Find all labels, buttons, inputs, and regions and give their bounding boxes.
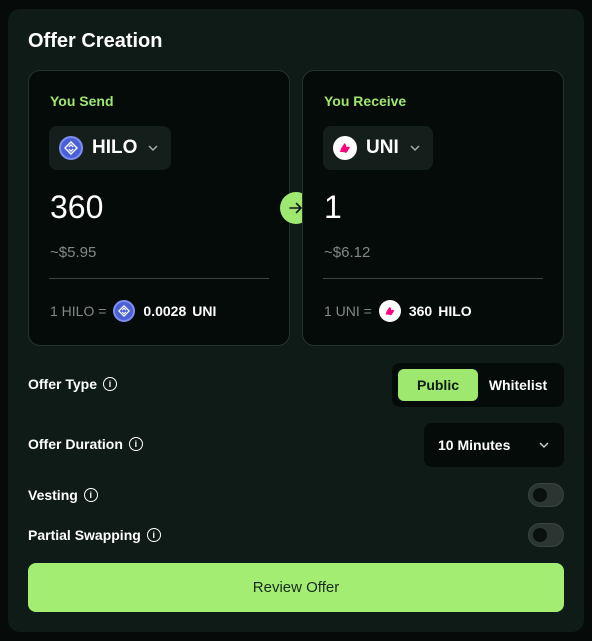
send-rate: 1 HILO = 0.0028 UNI (50, 299, 216, 323)
receive-token-select[interactable]: UNI (323, 126, 433, 170)
offer-type-label: Offer Type i (28, 376, 117, 392)
review-offer-button[interactable]: Review Offer (28, 563, 564, 612)
send-rate-lhs: 1 HILO = (50, 303, 107, 319)
receive-usd-value: ~$6.12 (324, 244, 371, 261)
receive-rate-token: HILO (438, 303, 472, 319)
receive-rate: 1 UNI = 360 HILO (324, 299, 472, 323)
vesting-label: Vesting i (28, 487, 98, 503)
page-title: Offer Creation (28, 30, 163, 52)
hilo-token-icon (113, 300, 136, 322)
offer-type-toggle: Public Whitelist (392, 363, 564, 407)
info-icon[interactable]: i (146, 528, 161, 542)
send-token-name: HILO (92, 137, 138, 158)
offer-type-whitelist[interactable]: Whitelist (478, 369, 558, 401)
info-icon[interactable]: i (83, 488, 98, 502)
offer-duration-select[interactable]: 10 Minutes (424, 423, 564, 467)
offer-duration-text: Offer Duration (28, 436, 123, 452)
receive-rate-value: 360 (408, 303, 433, 319)
uni-token-icon (378, 300, 401, 322)
toggle-knob (533, 528, 547, 542)
partial-swapping-text: Partial Swapping (28, 527, 141, 543)
chevron-down-icon (538, 441, 550, 449)
info-icon[interactable]: i (102, 377, 117, 391)
send-divider (49, 278, 269, 279)
offer-duration-label: Offer Duration i (28, 436, 143, 452)
partial-swapping-label: Partial Swapping i (28, 527, 161, 543)
toggle-knob (533, 488, 547, 502)
hilo-token-icon (59, 136, 83, 160)
vesting-toggle[interactable] (528, 483, 564, 507)
send-usd-value: ~$5.95 (50, 244, 97, 261)
receive-label: You Receive (324, 93, 407, 109)
send-amount[interactable]: 360 (50, 189, 103, 226)
offer-duration-value: 10 Minutes (438, 437, 511, 453)
send-card: You Send HILO 360 ~$5.95 1 HILO = 0.0028… (28, 70, 290, 346)
receive-card: You Receive UNI 1 ~$6.12 1 UNI = 360 HIL… (302, 70, 564, 346)
vesting-text: Vesting (28, 487, 78, 503)
chevron-down-icon (147, 144, 159, 152)
receive-divider (323, 278, 543, 279)
send-rate-token: UNI (192, 303, 217, 319)
receive-amount[interactable]: 1 (324, 189, 342, 226)
send-token-select[interactable]: HILO (49, 126, 172, 170)
receive-token-name: UNI (366, 137, 399, 158)
partial-swapping-toggle[interactable] (528, 523, 564, 547)
offer-type-text: Offer Type (28, 376, 97, 392)
uni-token-icon (333, 136, 357, 160)
offer-type-public[interactable]: Public (398, 369, 478, 401)
send-rate-value: 0.0028 (143, 303, 187, 319)
receive-rate-lhs: 1 UNI = (324, 303, 372, 319)
chevron-down-icon (409, 144, 421, 152)
info-icon[interactable]: i (128, 437, 143, 451)
send-label: You Send (50, 93, 114, 109)
